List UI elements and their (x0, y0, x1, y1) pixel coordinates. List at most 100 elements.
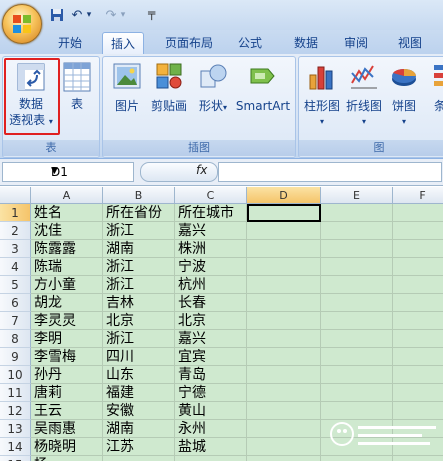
column-header-b[interactable]: B (103, 187, 175, 204)
row-header[interactable]: 13 (0, 420, 31, 438)
save-icon[interactable] (48, 6, 66, 24)
table-cell[interactable]: 陈露露 (31, 240, 103, 258)
table-cell[interactable] (321, 366, 393, 384)
table-cell[interactable] (393, 240, 443, 258)
row-header[interactable]: 12 (0, 402, 31, 420)
row-header[interactable]: 11 (0, 384, 31, 402)
table-cell[interactable]: 安徽 (103, 402, 175, 420)
table-cell[interactable]: 长春 (175, 294, 247, 312)
row-header[interactable]: 8 (0, 330, 31, 348)
row-header[interactable]: 1 (0, 204, 31, 222)
table-cell[interactable]: 宁波 (175, 258, 247, 276)
table-cell[interactable]: 北京 (103, 312, 175, 330)
tab-insert[interactable]: 插入 (102, 32, 144, 55)
table-cell[interactable] (393, 276, 443, 294)
table-cell[interactable] (247, 330, 321, 348)
column-header-d[interactable]: D (247, 187, 321, 204)
table-cell[interactable] (247, 366, 321, 384)
table-cell[interactable] (321, 276, 393, 294)
row-header[interactable]: 10 (0, 366, 31, 384)
row-header[interactable]: 15 (0, 456, 31, 461)
column-header-e[interactable]: E (321, 187, 393, 204)
table-cell[interactable]: 湖南 (103, 240, 175, 258)
table-cell[interactable]: 黄山 (175, 402, 247, 420)
picture-button[interactable]: 图片 (109, 61, 145, 114)
table-cell[interactable]: 北京 (175, 312, 247, 330)
table-cell[interactable]: 浙江 (103, 276, 175, 294)
table-cell[interactable]: 陈瑞 (31, 258, 103, 276)
table-cell[interactable] (247, 402, 321, 420)
tab-view[interactable]: 视图 (390, 32, 430, 54)
undo-dropdown-icon[interactable]: ▾ (84, 6, 94, 24)
tab-page-layout[interactable]: 页面布局 (158, 32, 220, 54)
tab-data[interactable]: 数据 (286, 32, 326, 54)
table-cell[interactable] (321, 330, 393, 348)
table-cell[interactable]: 浙江 (103, 258, 175, 276)
active-cell[interactable] (247, 204, 321, 222)
row-header[interactable]: 3 (0, 240, 31, 258)
table-cell[interactable]: 吉林 (103, 294, 175, 312)
table-cell[interactable] (321, 384, 393, 402)
table-cell[interactable]: 青岛 (175, 366, 247, 384)
pie-chart-dropdown-icon[interactable]: ▾ (387, 114, 421, 130)
column-chart-button[interactable]: 柱形图 ▾ (301, 61, 343, 130)
table-cell[interactable] (247, 276, 321, 294)
table-cell[interactable] (393, 294, 443, 312)
column-header-c[interactable]: C (175, 187, 247, 204)
table-cell[interactable]: 株洲 (175, 240, 247, 258)
tab-home[interactable]: 开始 (50, 32, 90, 54)
table-cell[interactable] (247, 222, 321, 240)
tab-formulas[interactable]: 公式 (230, 32, 270, 54)
table-cell[interactable]: 李灵灵 (31, 312, 103, 330)
table-cell[interactable] (321, 456, 393, 461)
table-cell[interactable]: 吴雨惠 (31, 420, 103, 438)
table-cell[interactable]: 杨 (31, 456, 103, 461)
row-header[interactable]: 7 (0, 312, 31, 330)
table-cell[interactable] (321, 312, 393, 330)
row-header[interactable]: 6 (0, 294, 31, 312)
table-cell[interactable]: 所在省份 (103, 204, 175, 222)
table-cell[interactable]: 唐莉 (31, 384, 103, 402)
line-chart-button[interactable]: 折线图 ▾ (343, 61, 385, 130)
select-all-corner[interactable] (0, 187, 31, 204)
line-chart-dropdown-icon[interactable]: ▾ (343, 114, 385, 130)
name-box-dropdown-icon[interactable]: ▼ (51, 166, 131, 176)
table-cell[interactable]: 浙江 (103, 222, 175, 240)
table-cell[interactable] (247, 420, 321, 438)
table-cell[interactable]: 嘉兴 (175, 222, 247, 240)
column-chart-dropdown-icon[interactable]: ▾ (301, 114, 343, 130)
table-cell[interactable] (247, 456, 321, 461)
row-header[interactable]: 14 (0, 438, 31, 456)
table-cell[interactable]: 嘉兴 (175, 330, 247, 348)
table-cell[interactable] (393, 456, 443, 461)
table-button[interactable]: 表 (59, 61, 95, 112)
table-cell[interactable] (393, 348, 443, 366)
table-cell[interactable]: 杨晓明 (31, 438, 103, 456)
customize-toolbar-icon[interactable]: ╤ (148, 6, 155, 20)
table-cell[interactable] (247, 438, 321, 456)
table-cell[interactable] (321, 222, 393, 240)
bar-chart-button[interactable]: 条 (425, 61, 443, 114)
table-cell[interactable]: 江苏 (103, 438, 175, 456)
office-button[interactable] (2, 4, 42, 44)
table-cell[interactable] (247, 384, 321, 402)
table-cell[interactable]: 孙丹 (31, 366, 103, 384)
table-cell[interactable] (321, 204, 393, 222)
table-cell[interactable]: 宜宾 (175, 348, 247, 366)
column-header-a[interactable]: A (31, 187, 103, 204)
table-cell[interactable]: 所在城市 (175, 204, 247, 222)
table-cell[interactable]: 李雪梅 (31, 348, 103, 366)
table-cell[interactable] (393, 384, 443, 402)
table-cell[interactable]: 杭州 (175, 276, 247, 294)
name-box[interactable]: D1 ▼ (2, 162, 134, 182)
table-cell[interactable]: 王云 (31, 402, 103, 420)
table-cell[interactable]: 李明 (31, 330, 103, 348)
table-cell[interactable]: 湖南 (103, 420, 175, 438)
clipart-button[interactable]: 剪贴画 (149, 61, 189, 114)
table-cell[interactable] (247, 258, 321, 276)
table-cell[interactable] (247, 348, 321, 366)
table-cell[interactable] (393, 222, 443, 240)
table-cell[interactable]: 方小童 (31, 276, 103, 294)
table-cell[interactable]: 浙江 (103, 330, 175, 348)
table-cell[interactable]: 宁德 (175, 384, 247, 402)
